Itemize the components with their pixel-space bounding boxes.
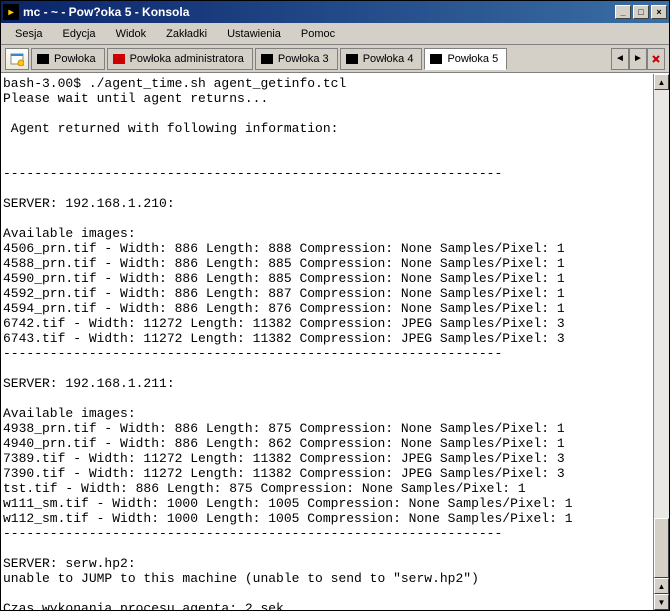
scroll-track[interactable] [654, 90, 669, 578]
tab-powloka-3[interactable]: Powłoka 3 [255, 48, 338, 70]
tab-powloka-4[interactable]: Powłoka 4 [340, 48, 423, 70]
tab-label: Powłoka 5 [447, 53, 498, 65]
terminal-line: 4940_prn.tif - Width: 886 Length: 862 Co… [3, 436, 565, 451]
terminal-line: 6742.tif - Width: 11272 Length: 11382 Co… [3, 316, 565, 331]
window-titlebar: ▸ mc - ~ - Pow?oka 5 - Konsola _ □ × [1, 1, 669, 23]
menu-zakladki[interactable]: Zakładki [158, 26, 215, 42]
terminal-server-header: SERVER: 192.168.1.210: [3, 196, 175, 211]
terminal-admin-icon [112, 52, 126, 66]
terminal-output[interactable]: bash-3.00$ ./agent_time.sh agent_getinfo… [1, 74, 653, 610]
new-tab-button[interactable] [5, 48, 29, 70]
terminal-line: tst.tif - Width: 886 Length: 875 Compres… [3, 481, 526, 496]
vertical-scrollbar[interactable]: ▲ ▲ ▼ [653, 74, 669, 610]
window-controls: _ □ × [615, 5, 667, 19]
terminal-server-header: SERVER: 192.168.1.211: [3, 376, 175, 391]
terminal-line: 4592_prn.tif - Width: 886 Length: 887 Co… [3, 286, 565, 301]
terminal-icon [260, 52, 274, 66]
terminal-line: Please wait until agent returns... [3, 91, 268, 106]
terminal-line: w112_sm.tif - Width: 1000 Length: 1005 C… [3, 511, 573, 526]
tab-label: Powłoka 3 [278, 53, 329, 65]
app-icon: ▸ [3, 4, 19, 20]
terminal-line: Available images: [3, 406, 136, 421]
tab-close-button[interactable] [647, 48, 665, 70]
terminal-error-line: unable to JUMP to this machine (unable t… [3, 571, 479, 586]
terminal-line: 4588_prn.tif - Width: 886 Length: 885 Co… [3, 256, 565, 271]
terminal-line: Czas wykonania procesu agenta: 2 sek. [3, 601, 292, 610]
terminal-line: Agent returned with following informatio… [3, 121, 338, 136]
terminal-server-header: SERVER: serw.hp2: [3, 556, 136, 571]
tab-label: Powłoka administratora [130, 53, 244, 65]
terminal-line: 7389.tif - Width: 11272 Length: 11382 Co… [3, 451, 565, 466]
terminal-line: 4938_prn.tif - Width: 886 Length: 875 Co… [3, 421, 565, 436]
scroll-down-button[interactable]: ▼ [654, 594, 669, 610]
tab-powloka-admin[interactable]: Powłoka administratora [107, 48, 253, 70]
tab-bar: Powłoka Powłoka administratora Powłoka 3… [1, 45, 669, 73]
terminal-line: 4506_prn.tif - Width: 886 Length: 888 Co… [3, 241, 565, 256]
scroll-up-line-button[interactable]: ▲ [654, 578, 669, 594]
terminal-separator: ----------------------------------------… [3, 166, 502, 181]
terminal-line: Available images: [3, 226, 136, 241]
terminal-line: bash-3.00$ ./agent_time.sh agent_getinfo… [3, 76, 346, 91]
scroll-thumb[interactable] [654, 518, 669, 578]
tab-powloka-1[interactable]: Powłoka [31, 48, 105, 70]
terminal-line: 7390.tif - Width: 11272 Length: 11382 Co… [3, 466, 565, 481]
maximize-button[interactable]: □ [633, 5, 649, 19]
menu-sesja[interactable]: Sesja [7, 26, 51, 42]
terminal-line: 4594_prn.tif - Width: 886 Length: 876 Co… [3, 301, 565, 316]
menu-pomoc[interactable]: Pomoc [293, 26, 343, 42]
terminal-line: 6743.tif - Width: 11272 Length: 11382 Co… [3, 331, 565, 346]
tab-scroll-right-button[interactable]: ► [629, 48, 647, 70]
terminal-icon [345, 52, 359, 66]
terminal-line: 4590_prn.tif - Width: 886 Length: 885 Co… [3, 271, 565, 286]
window-title: mc - ~ - Pow?oka 5 - Konsola [23, 5, 615, 19]
terminal-icon [36, 52, 50, 66]
scroll-up-button[interactable]: ▲ [654, 74, 669, 90]
tab-powloka-5[interactable]: Powłoka 5 [424, 48, 507, 70]
tab-scroll-left-button[interactable]: ◄ [611, 48, 629, 70]
terminal-container: bash-3.00$ ./agent_time.sh agent_getinfo… [1, 73, 669, 610]
menu-widok[interactable]: Widok [108, 26, 155, 42]
menu-edycja[interactable]: Edycja [55, 26, 104, 42]
minimize-button[interactable]: _ [615, 5, 631, 19]
close-button[interactable]: × [651, 5, 667, 19]
terminal-separator: ----------------------------------------… [3, 346, 502, 361]
terminal-new-icon [10, 52, 24, 66]
terminal-separator: ----------------------------------------… [3, 526, 502, 541]
tab-label: Powłoka [54, 53, 96, 65]
menu-bar: Sesja Edycja Widok Zakładki Ustawienia P… [1, 23, 669, 45]
terminal-icon [429, 52, 443, 66]
tab-nav: ◄ ► [611, 48, 665, 70]
terminal-line: w111_sm.tif - Width: 1000 Length: 1005 C… [3, 496, 573, 511]
tab-label: Powłoka 4 [363, 53, 414, 65]
menu-ustawienia[interactable]: Ustawienia [219, 26, 289, 42]
close-icon [651, 54, 661, 64]
